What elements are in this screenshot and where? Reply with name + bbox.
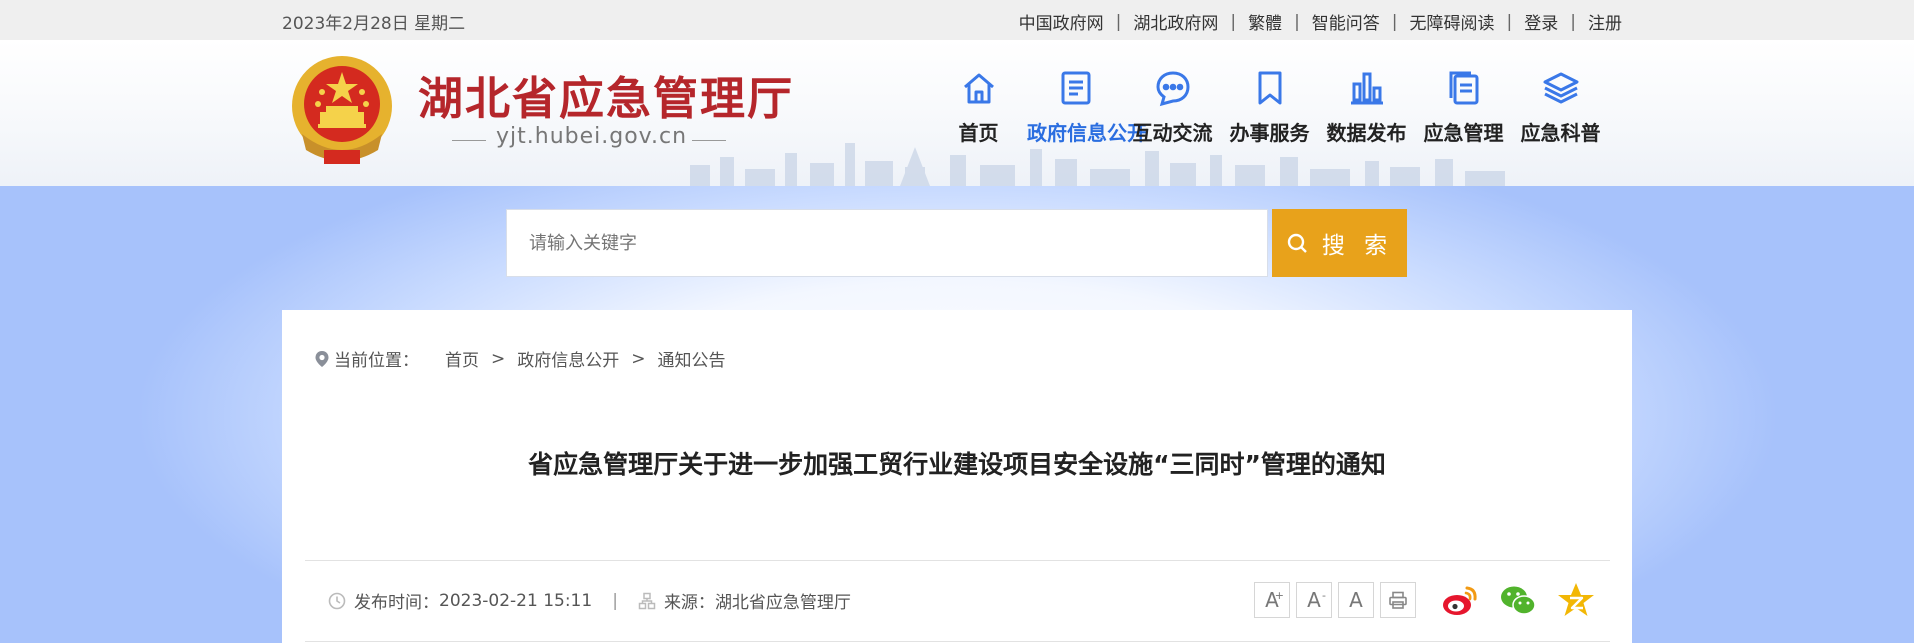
- font-increase-button[interactable]: A +: [1254, 582, 1290, 618]
- font-reset-label: A: [1349, 588, 1363, 612]
- nav-item-science[interactable]: 应急科普: [1512, 68, 1609, 146]
- nav-label: 首页: [958, 121, 999, 145]
- site-url: yjt.hubei.gov.cn: [496, 124, 688, 149]
- files-icon: [1449, 71, 1478, 105]
- site-header: 湖北省应急管理厅 yjt.hubei.gov.cn 首页 政府信息公开 互动交流: [0, 40, 1914, 186]
- nav-label: 数据发布: [1326, 121, 1407, 145]
- current-date: 2023年2月28日 星期二: [282, 14, 466, 34]
- link-separator: |: [1570, 11, 1576, 32]
- layers-icon: [1543, 72, 1578, 104]
- search-input[interactable]: [507, 210, 1267, 276]
- breadcrumb-separator: >: [631, 348, 646, 369]
- link-hubei-gov[interactable]: 湖北政府网: [1133, 9, 1218, 34]
- url-divider-right: [692, 140, 726, 141]
- nav-item-home[interactable]: 首页: [930, 68, 1027, 146]
- link-register[interactable]: 注册: [1588, 9, 1622, 34]
- publish-time: 2023-02-21 15:11: [439, 590, 593, 611]
- search-button-label: 搜 索: [1321, 233, 1394, 259]
- main-nav: 首页 政府信息公开 互动交流 办事服务 数据发布 应急管理 应急科普: [930, 68, 1609, 146]
- breadcrumb-separator: >: [491, 348, 506, 369]
- source-label: 来源：: [663, 593, 715, 613]
- article-meta: 发布时间： 2023-02-21 15:11 | 来源： 湖北省应急管理厅: [328, 588, 851, 613]
- location-pin-icon: [315, 350, 329, 367]
- breadcrumb-gov-info[interactable]: 政府信息公开: [517, 346, 619, 371]
- font-reset-button[interactable]: A: [1338, 582, 1374, 618]
- nav-item-emergency-mgmt[interactable]: 应急管理: [1415, 68, 1512, 146]
- article-card: 当前位置： 首页 > 政府信息公开 > 通知公告 省应急管理厅关于进一步加强工贸…: [282, 310, 1632, 643]
- nav-item-gov-info[interactable]: 政府信息公开: [1027, 68, 1147, 146]
- publish-time-label: 发布时间：: [354, 593, 439, 613]
- nav-label: 应急科普: [1520, 121, 1601, 145]
- wechat-icon[interactable]: [1498, 580, 1538, 620]
- breadcrumb-label: 当前位置：: [334, 351, 419, 371]
- print-button[interactable]: [1380, 582, 1416, 618]
- nav-label: 办事服务: [1229, 121, 1310, 145]
- site-title[interactable]: 湖北省应急管理厅: [418, 62, 794, 127]
- link-separator: |: [1115, 11, 1122, 32]
- nav-item-data[interactable]: 数据发布: [1318, 68, 1415, 146]
- nav-item-services[interactable]: 办事服务: [1221, 68, 1318, 146]
- link-separator: |: [1230, 11, 1237, 32]
- font-decrease-button[interactable]: A-: [1296, 582, 1332, 618]
- link-login[interactable]: 登录: [1524, 9, 1558, 34]
- link-gov-cn[interactable]: 中国政府网: [1019, 9, 1104, 34]
- article-title: 省应急管理厅关于进一步加强工贸行业建设项目安全设施“三同时”管理的通知: [528, 450, 1386, 479]
- nav-item-interaction[interactable]: 互动交流: [1124, 68, 1221, 146]
- breadcrumb-notices[interactable]: 通知公告: [658, 346, 726, 371]
- top-utility-bar: 2023年2月28日 星期二 中国政府网 | 湖北政府网 | 繁體 | 智能问答…: [0, 0, 1914, 40]
- bookmark-icon: [1258, 71, 1281, 105]
- article-tools: A + A- A: [1254, 580, 1596, 620]
- meta-divider-top: [305, 560, 1610, 561]
- source-value: 湖北省应急管理厅: [714, 593, 851, 613]
- link-accessibility[interactable]: 无障碍阅读: [1410, 9, 1495, 34]
- meta-divider-bottom: [305, 641, 1610, 642]
- nav-label: 政府信息公开: [1027, 121, 1147, 145]
- minus-mark: -: [1322, 589, 1326, 602]
- weibo-icon[interactable]: [1440, 580, 1480, 620]
- link-traditional-chinese[interactable]: 繁體: [1248, 9, 1282, 34]
- font-decrease-label: A: [1307, 588, 1321, 612]
- bar-chart-icon: [1350, 72, 1383, 105]
- link-separator: |: [1294, 11, 1300, 32]
- source-icon: [638, 592, 656, 609]
- url-divider-left: [452, 140, 486, 141]
- link-separator: |: [1391, 11, 1398, 32]
- plus-mark: +: [1274, 589, 1284, 602]
- home-icon: [963, 73, 994, 104]
- top-links: 中国政府网 | 湖北政府网 | 繁體 | 智能问答 | 无障碍阅读 | 登录 |…: [1019, 9, 1622, 35]
- print-icon: [1389, 591, 1407, 609]
- document-icon: [1061, 71, 1090, 105]
- chat-icon: [1155, 71, 1190, 107]
- nav-label: 互动交流: [1132, 121, 1213, 145]
- breadcrumb: 当前位置： 首页 > 政府信息公开 > 通知公告: [314, 346, 726, 371]
- meta-separator: |: [612, 590, 618, 611]
- clock-icon: [328, 592, 346, 609]
- search-button[interactable]: 搜 索: [1272, 209, 1407, 277]
- breadcrumb-home[interactable]: 首页: [445, 346, 479, 371]
- national-emblem-logo: [292, 56, 392, 164]
- qzone-icon[interactable]: [1556, 580, 1596, 620]
- search-icon: [1287, 233, 1307, 253]
- search-box: [506, 209, 1268, 277]
- link-separator: |: [1506, 11, 1513, 32]
- link-smart-qa[interactable]: 智能问答: [1312, 9, 1380, 34]
- nav-label: 应急管理: [1423, 121, 1504, 145]
